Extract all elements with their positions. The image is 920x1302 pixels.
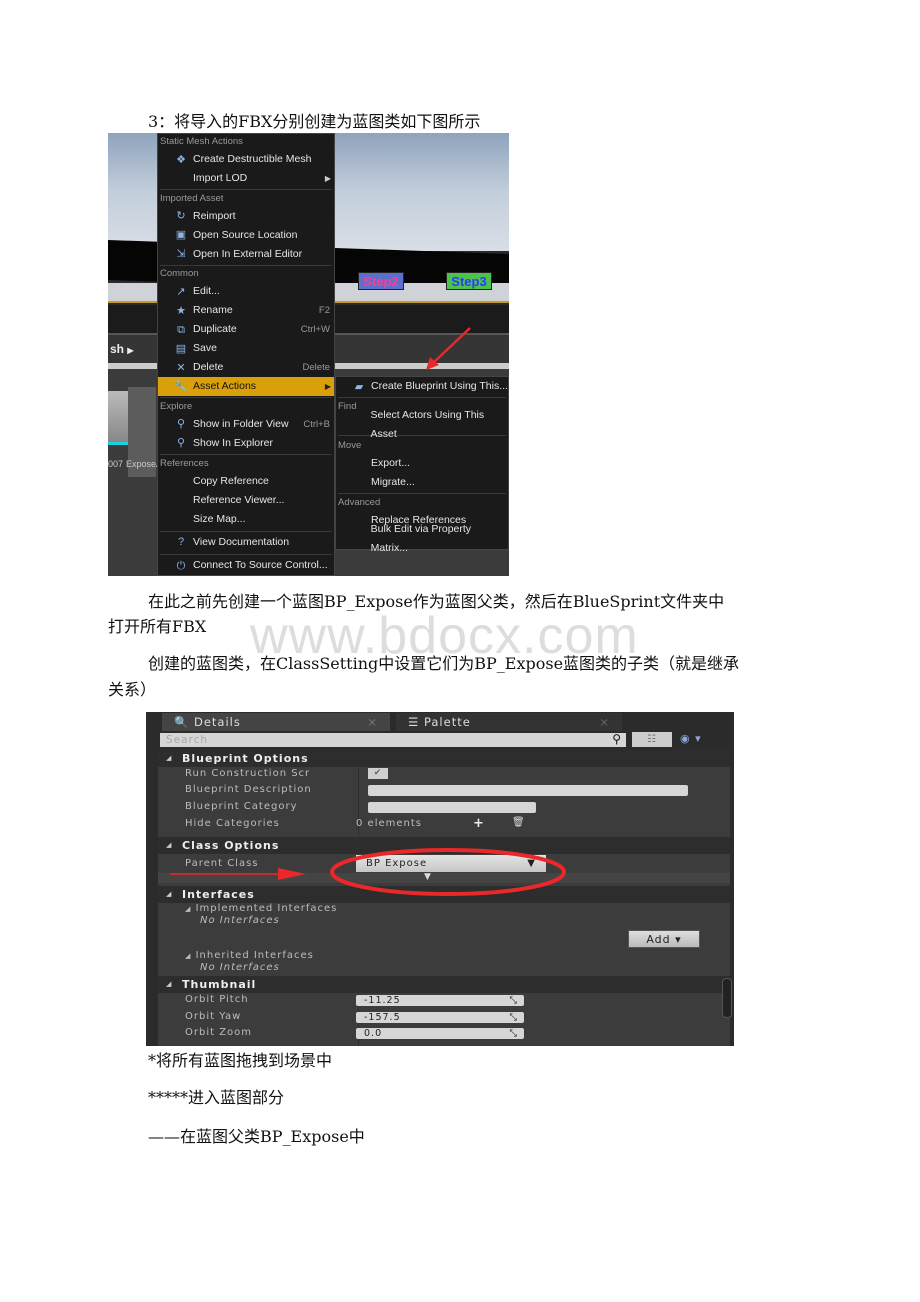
paragraph-line: 打开所有FBX bbox=[108, 617, 207, 636]
context-menu-screenshot: Step2 Step3 sh ▶ 007 ExposeA Static Mesh… bbox=[108, 133, 509, 576]
step-heading: 3：将导入的FBX分别创建为蓝图类如下图所示 bbox=[148, 112, 481, 131]
paragraph-line: ——在蓝图父类BP_Expose中 bbox=[148, 1127, 365, 1146]
red-annotation bbox=[170, 848, 566, 896]
paragraph-line: *将所有蓝图拖拽到场景中 bbox=[148, 1051, 333, 1070]
paragraph-line: 创建的蓝图类，在ClassSetting中设置它们为BP_Expose蓝图类的子… bbox=[148, 654, 740, 673]
red-arrow-annotation bbox=[426, 327, 471, 370]
paragraph-line: *****进入蓝图部分 bbox=[148, 1088, 285, 1107]
paragraph-line: 关系） bbox=[108, 680, 157, 699]
details-panel-screenshot: 🔍 Details× ☰ Palette× Search⚲ ☷ ◉ ▾ Blue… bbox=[146, 712, 734, 1046]
